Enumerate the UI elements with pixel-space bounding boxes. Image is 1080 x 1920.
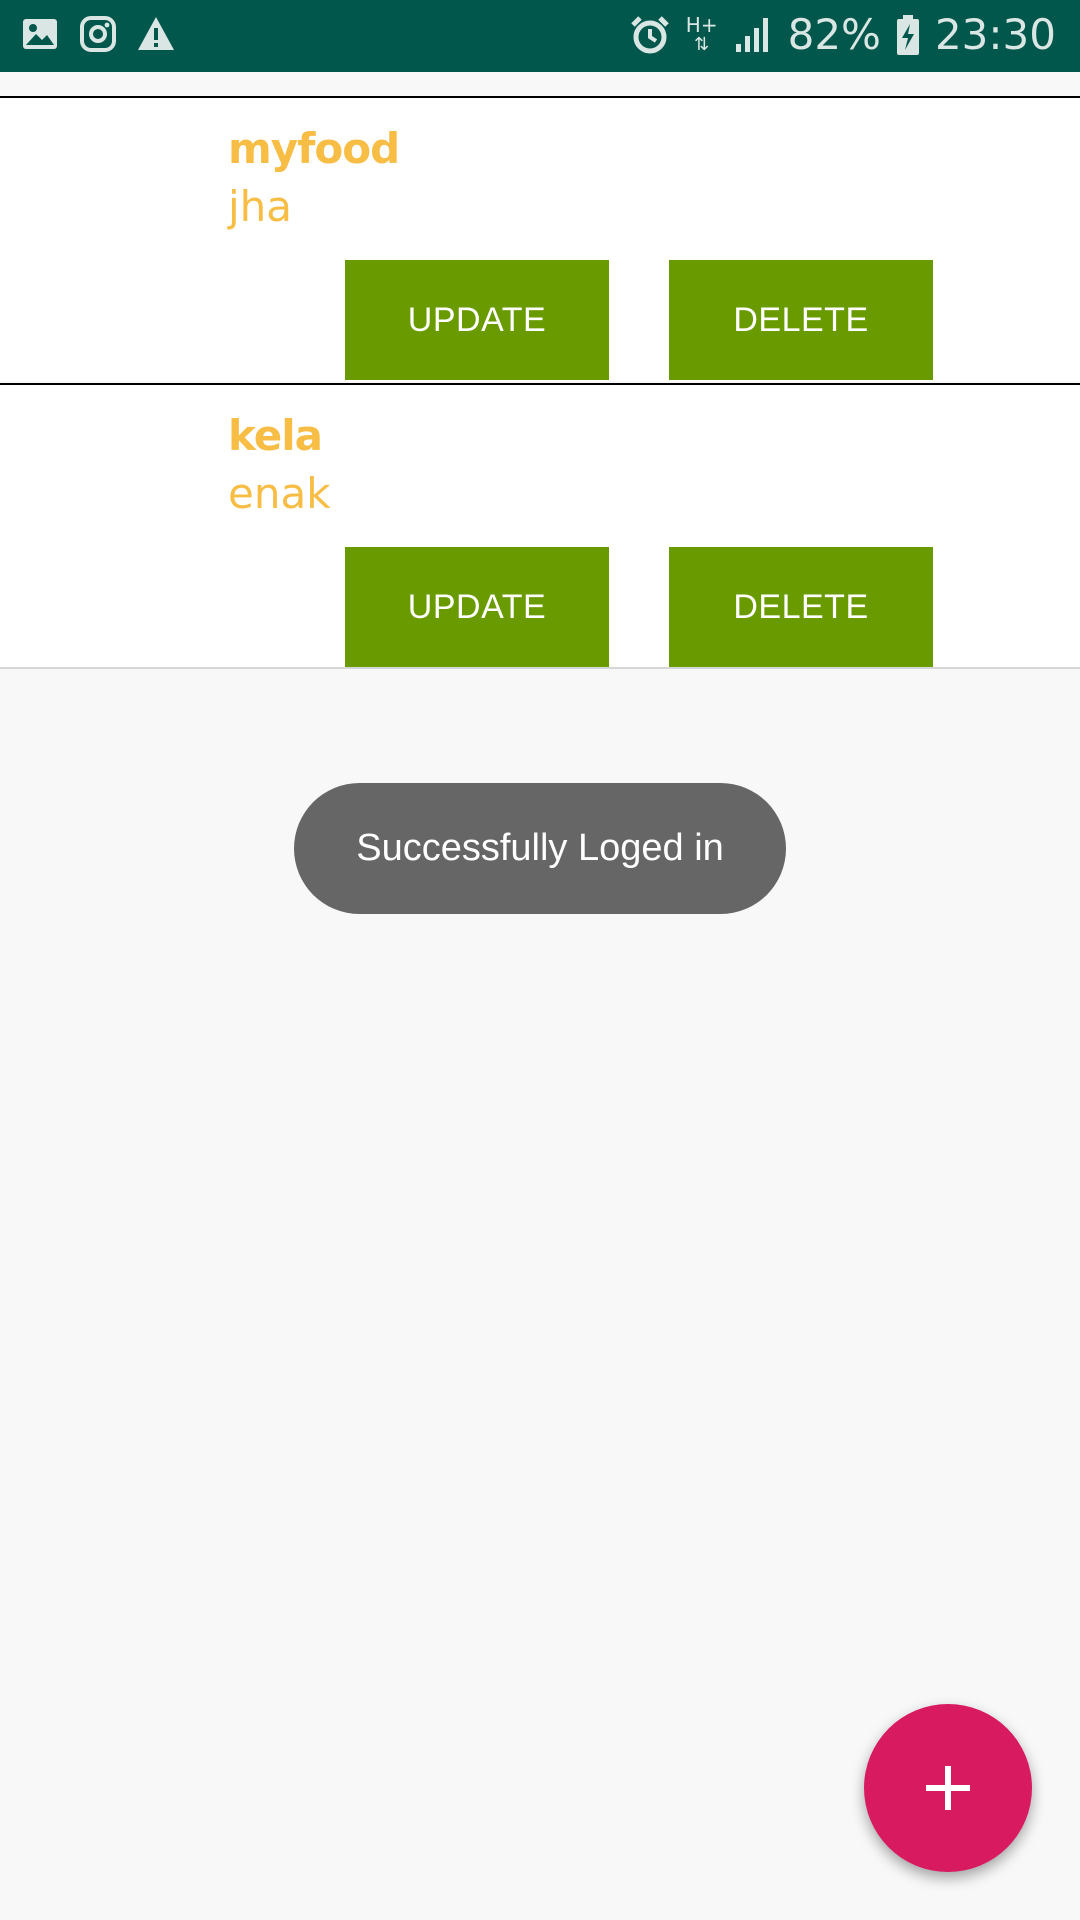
update-button[interactable]: UPDATE <box>345 260 609 380</box>
data-arrows-icon: ⇅ <box>694 33 710 55</box>
update-button[interactable]: UPDATE <box>345 547 609 667</box>
instagram-icon <box>78 14 118 54</box>
food-description: jha <box>228 182 293 231</box>
battery-percent: 82% <box>787 10 881 59</box>
food-name: kela <box>228 411 323 460</box>
notification-icons <box>20 14 176 54</box>
item-divider <box>0 383 1080 385</box>
delete-button[interactable]: DELETE <box>669 547 933 667</box>
item-divider <box>0 96 1080 98</box>
status-bar: H+ ⇅ 82% 23:30 <box>0 0 1080 72</box>
network-type: H+ ⇅ <box>686 15 718 55</box>
add-food-button[interactable] <box>864 1704 1032 1872</box>
delete-button[interactable]: DELETE <box>669 260 933 380</box>
list-bottom-divider <box>0 667 1080 669</box>
toast-text: Successfully Loged in <box>356 827 724 869</box>
signal-icon <box>732 14 774 56</box>
system-status: H+ ⇅ 82% 23:30 <box>628 10 1056 59</box>
clock: 23:30 <box>934 10 1056 59</box>
image-icon <box>20 14 60 54</box>
food-description: enak <box>228 469 331 518</box>
battery-charging-icon <box>895 14 921 56</box>
list-item: kela enak UPDATE DELETE <box>0 383 1080 668</box>
plus-icon <box>924 1764 972 1812</box>
alarm-icon <box>628 13 672 57</box>
food-name: myfood <box>228 124 400 173</box>
network-type-label: H+ <box>685 12 718 37</box>
toast-message: Successfully Loged in <box>294 783 786 914</box>
warning-icon <box>136 14 176 54</box>
list-item: myfood jha UPDATE DELETE <box>0 96 1080 381</box>
